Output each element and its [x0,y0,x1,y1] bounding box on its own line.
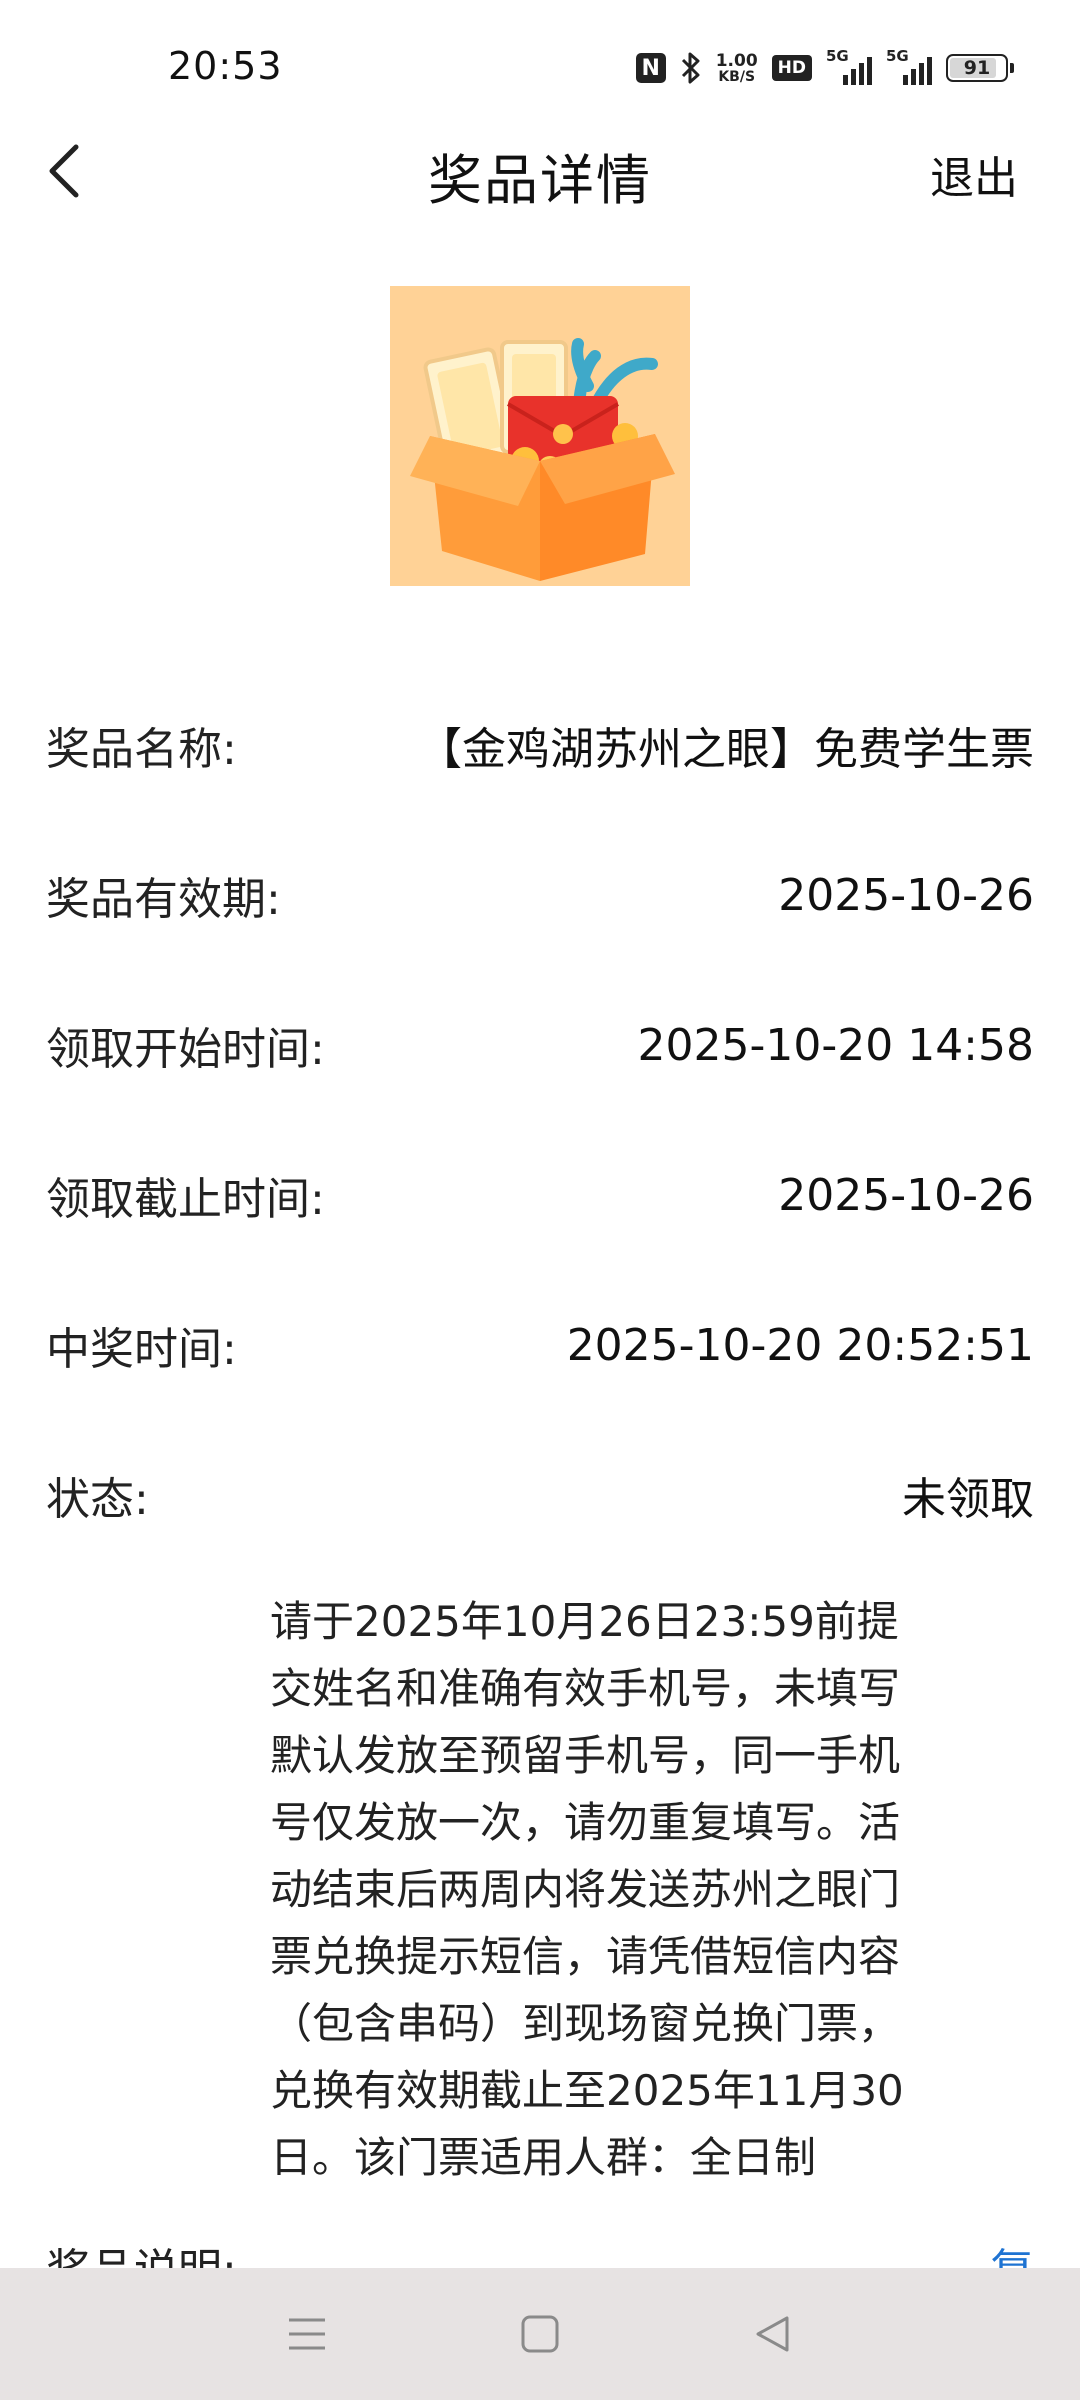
menu-icon [288,2318,325,2350]
status-label: 状态: [46,1474,149,1525]
claim-start-value: 2025-10-20 14:58 [637,1019,1035,1071]
status-value: 未领取 [902,1474,1034,1525]
home-icon [521,2315,559,2353]
gift-box-illustration [390,286,690,586]
triangle-back-icon [756,2316,789,2352]
exit-button[interactable]: 退出 [930,142,1018,206]
system-navigation-bar [0,2268,1080,2400]
system-back-button[interactable] [738,2299,808,2369]
nav-bar: 奖品详情 退出 [0,120,1080,220]
prize-name-label: 奖品名称: [46,724,237,775]
win-time-value: 2025-10-20 20:52:51 [566,1319,1034,1371]
hd-voice-icon: HD [771,55,812,81]
info-row-prize-name: 奖品名称: 【金鸡湖苏州之眼】免费学生票 [46,670,1034,820]
validity-label: 奖品有效期: [46,874,281,925]
bluetooth-icon [680,51,702,85]
page-title: 奖品详情 [428,149,652,212]
signal-2-icon: 5G [886,47,932,85]
signal-1-icon: 5G [826,47,872,85]
prize-image [390,286,690,586]
claim-end-value: 2025-10-26 [778,1169,1034,1221]
status-time: 20:53 [168,44,283,88]
prize-info-list: 奖品名称: 【金鸡湖苏州之眼】免费学生票 奖品有效期: 2025-10-26 领… [46,670,1034,1570]
status-icons: N 1.00 KB/S HD 5G 5G 91 [635,46,1014,90]
claim-start-label: 领取开始时间: [46,1024,325,1075]
network-speed-unit: KB/S [718,68,756,85]
win-time-label: 中奖时间: [46,1324,237,1375]
prize-detail-screen: 20:53 N 1.00 KB/S HD 5G 5G 91 奖品详情 退出 奖品… [0,0,1080,2400]
info-row-claim-end: 领取截止时间: 2025-10-26 [46,1120,1034,1270]
prize-description: 请于2025年10月26日23:59前提交姓名和准确有效手机号，未填写默认发放至… [270,1597,904,2182]
validity-value: 2025-10-26 [778,869,1034,921]
info-row-validity: 奖品有效期: 2025-10-26 [46,820,1034,970]
battery-icon: 91 [946,54,1014,82]
info-row-status: 状态: 未领取 [46,1420,1034,1570]
menu-button[interactable] [272,2299,342,2369]
info-row-claim-start: 领取开始时间: 2025-10-20 14:58 [46,970,1034,1120]
home-button[interactable] [505,2299,575,2369]
nfc-icon: N [635,53,666,83]
network-speed-value: 1.00 [715,50,758,71]
claim-end-label: 领取截止时间: [46,1174,325,1225]
info-row-win-time: 中奖时间: 2025-10-20 20:52:51 [46,1270,1034,1420]
battery-level: 91 [963,57,991,79]
network-speed: 1.00 KB/S [715,50,758,85]
status-bar: 20:53 N 1.00 KB/S HD 5G 5G 91 [0,0,1080,130]
prize-name-value: 【金鸡湖苏州之眼】免费学生票 [418,724,1034,775]
